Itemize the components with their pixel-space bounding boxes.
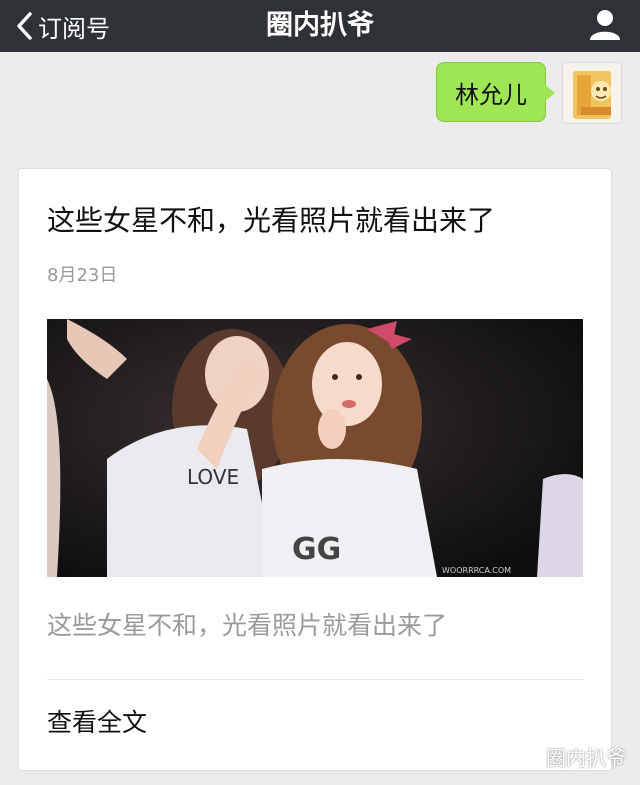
message-text: 林允儿 [455, 80, 527, 109]
watermark-text: 圈内扒爷 [546, 746, 626, 770]
article-title: 这些女星不和，光看照片就看出来了 [47, 204, 496, 237]
watermark: 圈内扒爷 [510, 742, 626, 771]
article-card[interactable]: 这些女星不和，光看照片就看出来了 8月23日 LOVE GG WOORRRCA.… [18, 168, 612, 771]
article-date: 8月23日 [47, 265, 118, 286]
article-description: 这些女星不和，光看照片就看出来了 [47, 611, 448, 640]
user-icon [590, 10, 620, 40]
back-label: 订阅号 [38, 14, 110, 43]
back-button[interactable]: 订阅号 [14, 0, 110, 52]
image-caption: WOORRRCA.COM [442, 566, 511, 575]
message-bubble[interactable]: 林允儿 [436, 62, 555, 122]
chevron-left-icon [17, 12, 32, 40]
cartoon-avatar-icon [563, 63, 621, 123]
profile-button[interactable] [586, 6, 624, 44]
cover-photo: LOVE GG WOORRRCA.COM [47, 319, 583, 577]
message-row: 林允儿 [436, 62, 622, 124]
shirt-text-2: GG [292, 532, 341, 567]
divider [47, 679, 583, 680]
read-more-link[interactable]: 查看全文 [47, 703, 147, 739]
shirt-text-1: LOVE [187, 465, 239, 489]
avatar[interactable] [562, 62, 622, 124]
wechat-logo-icon [511, 745, 539, 767]
nav-bar: 订阅号 圈内扒爷 [0, 0, 640, 52]
article-cover-image: LOVE GG WOORRRCA.COM [47, 319, 583, 577]
